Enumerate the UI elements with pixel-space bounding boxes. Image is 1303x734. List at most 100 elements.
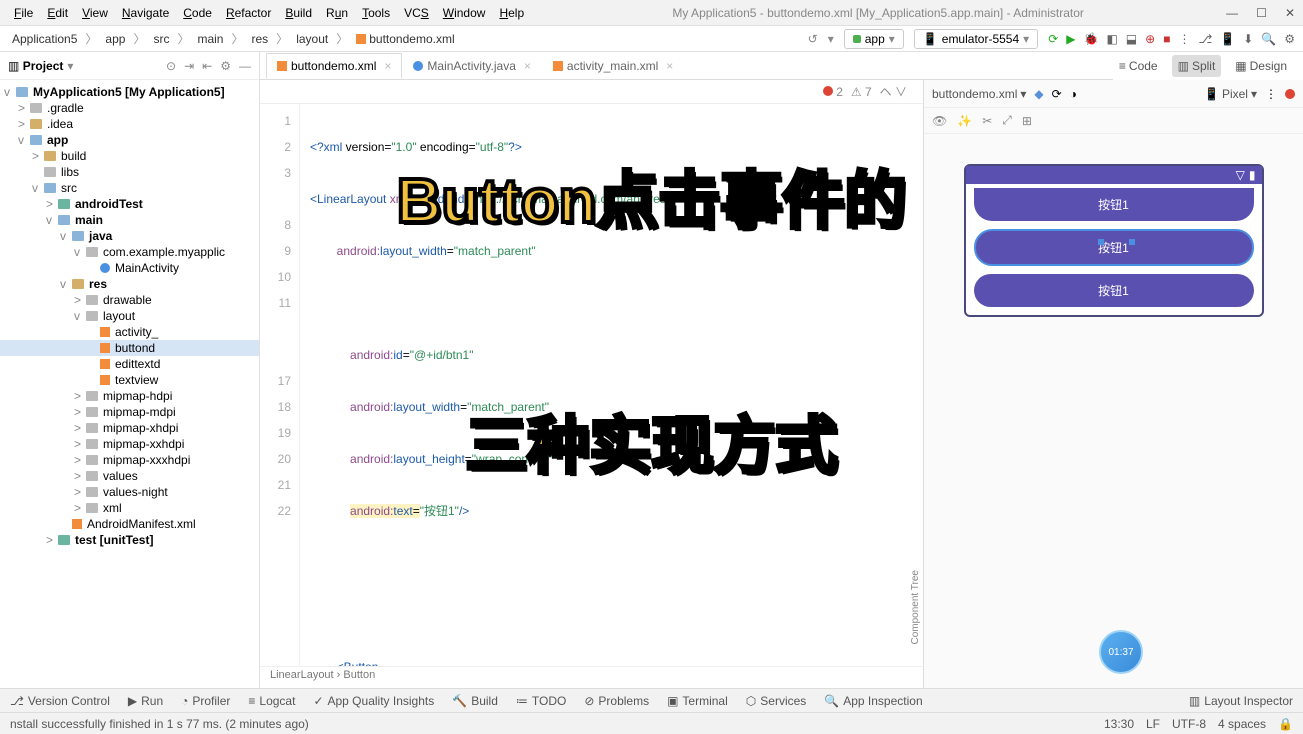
preview-file-dd[interactable]: buttondemo.xml ▾ — [932, 87, 1026, 101]
tree-item[interactable]: edittextd — [0, 356, 259, 372]
device-select[interactable]: 📱emulator-5554▾ — [914, 29, 1038, 49]
editor-tab[interactable]: activity_main.xml× — [542, 53, 684, 79]
tree-item[interactable]: AndroidManifest.xml — [0, 516, 259, 532]
crumb-file[interactable]: buttondemo.xml — [352, 31, 458, 47]
cut-icon[interactable]: ✂ — [982, 114, 992, 128]
stop-icon[interactable]: ■ — [1163, 32, 1170, 46]
sync-icon[interactable]: ↺ — [808, 32, 818, 46]
tree-item[interactable]: >test [unitTest] — [0, 532, 259, 548]
tree-item[interactable]: vsrc — [0, 180, 259, 196]
menu-build[interactable]: Build — [279, 3, 318, 23]
tree-item[interactable]: >mipmap-xxhdpi — [0, 436, 259, 452]
error-indicator[interactable]: 2 — [823, 85, 843, 99]
tree-item[interactable]: libs — [0, 164, 259, 180]
menu-window[interactable]: Window — [437, 3, 492, 23]
tree-item[interactable]: >build — [0, 148, 259, 164]
debug-icon[interactable]: 🐞 — [1083, 32, 1098, 46]
locate-icon[interactable]: ⊙ — [166, 59, 176, 73]
tool-terminal[interactable]: ▣ Terminal — [667, 694, 728, 708]
menu-refactor[interactable]: Refactor — [220, 3, 277, 23]
status-enc[interactable]: UTF-8 — [1172, 717, 1206, 731]
git-icon[interactable]: ⎇ — [1198, 32, 1212, 46]
grid-icon[interactable]: ⊞ — [1022, 114, 1032, 128]
tool-build[interactable]: 🔨 Build — [452, 694, 498, 708]
tree-item[interactable]: >mipmap-xxxhdpi — [0, 452, 259, 468]
tree-item[interactable]: vmain — [0, 212, 259, 228]
tree-item[interactable]: vlayout — [0, 308, 259, 324]
tree-item[interactable]: >xml — [0, 500, 259, 516]
refresh-icon[interactable]: ⟳ — [1048, 32, 1058, 46]
tree-item[interactable]: buttond — [0, 340, 259, 356]
tree-item[interactable]: vjava — [0, 228, 259, 244]
crumb[interactable]: layout — [292, 31, 332, 47]
editor-tab[interactable]: buttondemo.xml× — [266, 53, 402, 79]
collapse-icon[interactable]: ⇥ — [184, 59, 194, 73]
project-tab[interactable]: Project — [23, 59, 64, 73]
gear-icon[interactable]: ⚙ — [220, 59, 231, 73]
project-tree[interactable]: vMyApplication5 [My Application5]>.gradl… — [0, 80, 259, 688]
view-code[interactable]: ≡ Code — [1113, 55, 1164, 77]
tool-logcat[interactable]: ≡ Logcat — [248, 694, 295, 708]
warning-indicator[interactable]: ⚠ 7 — [851, 85, 872, 99]
tree-item[interactable]: >drawable — [0, 292, 259, 308]
minimize-icon[interactable]: — — [1226, 6, 1238, 20]
tool-run[interactable]: ▶ Run — [128, 694, 163, 708]
menu-view[interactable]: View — [76, 3, 114, 23]
code-editor[interactable]: <?xml version="1.0" encoding="utf-8"?> <… — [300, 104, 923, 666]
tree-item[interactable]: activity_ — [0, 324, 259, 340]
preview-button-2[interactable]: 按钮1 — [974, 229, 1254, 266]
run-icon[interactable]: ▶ — [1066, 32, 1075, 46]
more-icon[interactable]: ⋮ — [1178, 32, 1190, 46]
dropdown-icon[interactable]: ▾ — [828, 32, 834, 46]
menu-navigate[interactable]: Navigate — [116, 3, 175, 23]
tree-item[interactable]: vapp — [0, 132, 259, 148]
eye-icon[interactable]: 👁 — [932, 114, 947, 128]
menu-file[interactable]: File — [8, 3, 39, 23]
preview-device-dd[interactable]: 📱 Pixel ▾ — [1204, 87, 1257, 101]
tree-item[interactable]: >values — [0, 468, 259, 484]
preview-button-3[interactable]: 按钮1 — [974, 274, 1254, 307]
zoom-icon[interactable]: ⤢ — [1002, 113, 1012, 128]
tree-item[interactable]: >mipmap-hdpi — [0, 388, 259, 404]
preview-refresh-icon[interactable]: ⟳ — [1052, 87, 1062, 101]
menu-code[interactable]: Code — [177, 3, 218, 23]
tool-inspection[interactable]: 🔍 App Inspection — [824, 694, 922, 708]
crumb[interactable]: Application5 — [8, 31, 81, 47]
search-icon[interactable]: 🔍 — [1261, 32, 1276, 46]
avd-icon[interactable]: 📱 — [1220, 32, 1235, 46]
preview-palette-icon[interactable]: ◆ — [1034, 87, 1043, 101]
attach-icon[interactable]: ⊕ — [1145, 32, 1155, 46]
view-split[interactable]: ▥ Split — [1172, 55, 1222, 77]
tree-item[interactable]: >.gradle — [0, 100, 259, 116]
menu-help[interactable]: Help — [493, 3, 530, 23]
tool-profiler[interactable]: ◔ Profiler — [181, 694, 230, 708]
view-design[interactable]: ▦ Design — [1229, 55, 1293, 77]
status-caret[interactable]: 13:30 — [1104, 717, 1134, 731]
tool-layout-inspector[interactable]: ▥ Layout Inspector — [1189, 694, 1293, 708]
tool-quality[interactable]: ✓ App Quality Insights — [313, 694, 434, 708]
menu-run[interactable]: Run — [320, 3, 354, 23]
status-lock-icon[interactable]: 🔒 — [1278, 717, 1293, 731]
hide-icon[interactable]: — — [239, 59, 251, 73]
close-icon[interactable]: ✕ — [1285, 6, 1295, 20]
sdk-icon[interactable]: ⬇ — [1243, 32, 1253, 46]
menu-tools[interactable]: Tools — [356, 3, 396, 23]
preview-button-1[interactable]: 按钮1 — [974, 188, 1254, 221]
tree-item[interactable]: vres — [0, 276, 259, 292]
crumb[interactable]: app — [101, 31, 129, 47]
project-view-icon[interactable]: ▥ — [8, 59, 19, 73]
tool-todo[interactable]: ≔ TODO — [516, 694, 566, 708]
tree-item[interactable]: MainActivity — [0, 260, 259, 276]
code-breadcrumb[interactable]: LinearLayout › Button — [260, 666, 923, 688]
tree-item[interactable]: >mipmap-xhdpi — [0, 420, 259, 436]
tree-item[interactable]: vcom.example.myapplic — [0, 244, 259, 260]
crumb[interactable]: res — [248, 31, 273, 47]
expand-icon[interactable]: ⇤ — [202, 59, 212, 73]
preview-theme-icon[interactable]: ◑ — [1070, 87, 1077, 101]
tree-item[interactable]: >.idea — [0, 116, 259, 132]
run-config[interactable]: app▾ — [844, 29, 904, 49]
component-tree-label[interactable]: Component Tree — [910, 570, 921, 645]
maximize-icon[interactable]: ☐ — [1256, 6, 1267, 20]
tool-services[interactable]: ⬡ Services — [746, 694, 807, 708]
tree-item[interactable]: textview — [0, 372, 259, 388]
